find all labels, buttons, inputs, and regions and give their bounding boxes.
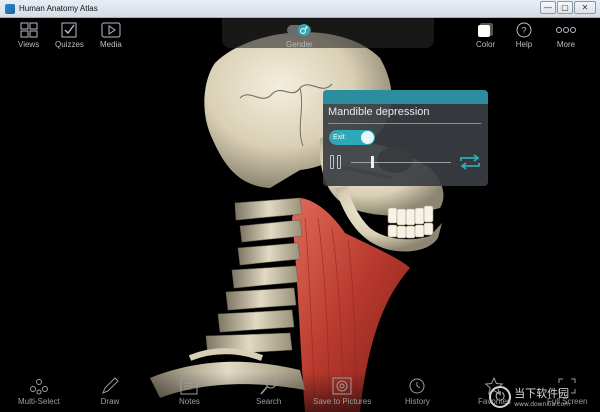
exit-toggle[interactable]: Exit — [329, 130, 375, 145]
popup-title: Mandible depression — [328, 106, 430, 118]
gender-label: Gender — [286, 40, 313, 49]
gender-icon — [287, 24, 312, 36]
save-to-pictures-button[interactable]: Save to Pictures — [313, 377, 371, 406]
title-bar: Human Anatomy Atlas — ▢ ✕ — [0, 0, 600, 18]
more-label: More — [556, 40, 576, 49]
color-label: Color — [476, 40, 496, 49]
multi-select-icon — [29, 379, 48, 395]
quizzes-button[interactable]: Quizzes — [55, 22, 84, 49]
pause-button[interactable] — [329, 155, 343, 169]
views-button[interactable]: Views — [18, 22, 39, 49]
media-button[interactable]: Media — [100, 22, 122, 49]
history-label: History — [405, 397, 430, 406]
media-label: Media — [100, 40, 122, 49]
toggle-knob — [361, 131, 374, 144]
gender-toggle[interactable]: Gender — [286, 22, 313, 49]
help-icon: ? — [516, 22, 532, 38]
multi-select-button[interactable]: Multi-Select — [18, 377, 60, 406]
maximize-button[interactable]: ▢ — [557, 1, 573, 14]
window-controls: — ▢ ✕ — [540, 1, 596, 14]
multi-select-label: Multi-Select — [18, 397, 60, 406]
watermark-logo-icon: ⏻ — [489, 385, 512, 408]
app-icon — [5, 3, 15, 14]
history-button[interactable]: History — [405, 377, 430, 406]
more-icon — [556, 27, 576, 33]
color-swatch-icon — [477, 23, 493, 37]
help-button[interactable]: ? Help — [515, 22, 533, 49]
pause-bar-icon — [330, 155, 334, 169]
watermark-main: 当下软件园 — [514, 387, 570, 400]
watermark: ⏻ 当下软件园 www.downxia.com — [489, 385, 570, 408]
notes-label: Notes — [179, 397, 200, 406]
anatomy-viewport[interactable]: Views Quizzes Media Gender Color ? Help … — [0, 18, 600, 412]
save-to-pictures-label: Save to Pictures — [313, 397, 372, 406]
search-icon — [260, 377, 277, 395]
exit-label: Exit — [333, 134, 345, 141]
camera-aperture-icon — [332, 377, 352, 395]
views-label: Views — [18, 40, 40, 49]
watermark-text: 当下软件园 www.downxia.com — [514, 385, 570, 408]
animation-slider-track[interactable] — [351, 162, 451, 163]
notes-icon — [180, 377, 198, 395]
search-label: Search — [256, 397, 282, 406]
grid-icon — [20, 22, 38, 38]
help-label: Help — [515, 40, 533, 49]
history-icon — [409, 378, 425, 394]
loop-icon[interactable] — [458, 153, 482, 171]
more-button[interactable]: More — [555, 22, 577, 49]
checkbox-icon — [61, 22, 77, 38]
animation-popup: Mandible depression Exit — [323, 90, 488, 186]
quizzes-label: Quizzes — [55, 40, 84, 49]
watermark-sub: www.downxia.com — [514, 401, 570, 408]
svg-text:?: ? — [521, 26, 526, 36]
pencil-icon — [102, 377, 119, 394]
notes-button[interactable]: Notes — [179, 377, 200, 406]
window-title: Human Anatomy Atlas — [19, 4, 98, 13]
popup-divider — [328, 123, 481, 124]
play-icon — [101, 22, 121, 38]
pause-bar-icon — [337, 155, 341, 169]
popup-header — [323, 90, 488, 104]
close-button[interactable]: ✕ — [574, 1, 596, 14]
gender-panel — [222, 18, 434, 48]
search-button[interactable]: Search — [256, 377, 281, 406]
top-toolbar: Views Quizzes Media Gender Color ? Help … — [0, 18, 600, 54]
animation-slider-thumb[interactable] — [371, 156, 374, 168]
anatomy-model[interactable] — [0, 18, 600, 412]
color-button[interactable]: Color — [476, 22, 495, 49]
draw-label: Draw — [100, 397, 120, 406]
minimize-button[interactable]: — — [540, 1, 556, 14]
draw-button[interactable]: Draw — [100, 377, 120, 406]
